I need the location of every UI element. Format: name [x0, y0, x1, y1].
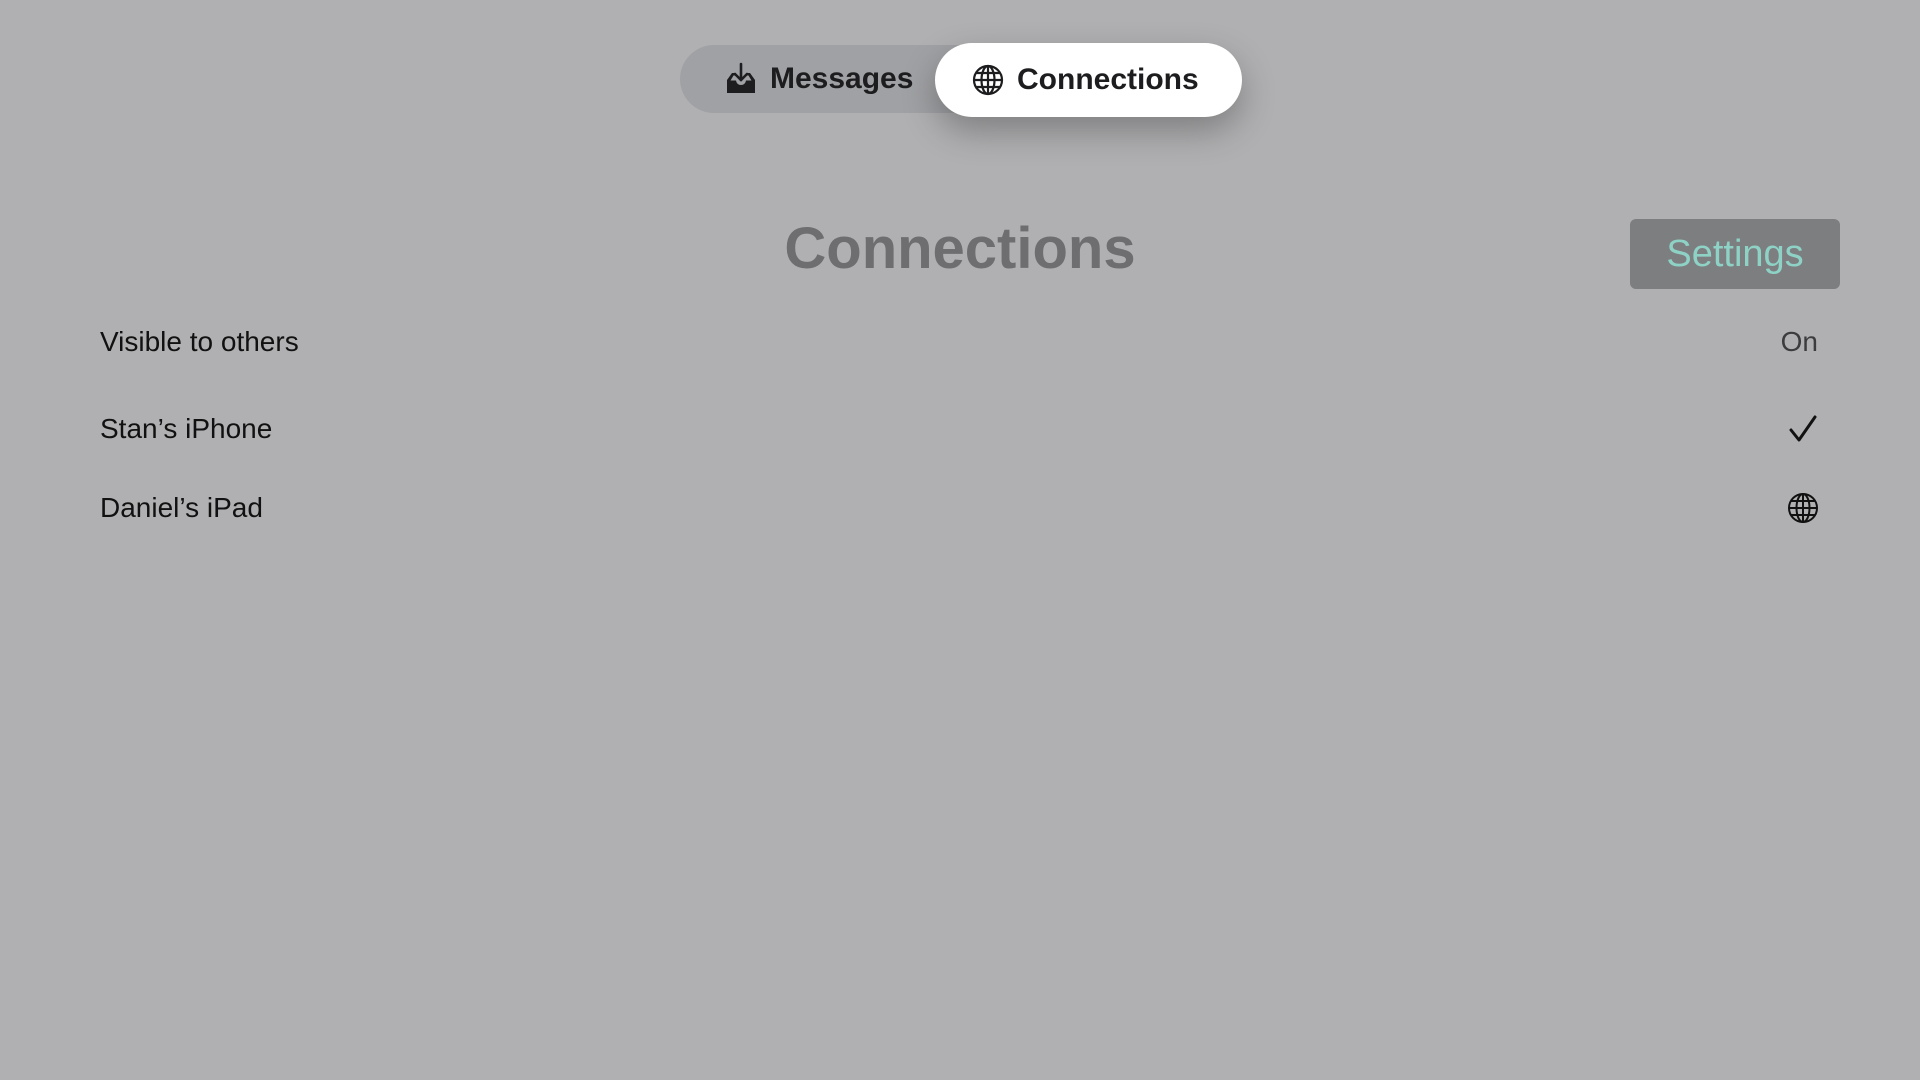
device-row-daniels-ipad[interactable]: Daniel’s iPad: [100, 478, 1820, 538]
top-tab-bar: Messages Connections: [680, 43, 1242, 117]
checkmark-icon: [1786, 412, 1820, 446]
visible-to-others-label: Visible to others: [100, 326, 299, 357]
tab-connections-label: Connections: [1017, 63, 1199, 96]
device-name: Stan’s iPhone: [100, 413, 273, 444]
visible-to-others-row[interactable]: Visible to others On: [100, 312, 1820, 372]
globe-icon: [971, 63, 1005, 97]
device-row-stans-iphone[interactable]: Stan’s iPhone: [100, 399, 1820, 459]
tab-messages[interactable]: Messages: [724, 45, 913, 113]
tray-download-icon: [724, 62, 758, 96]
globe-icon: [1786, 491, 1820, 525]
device-name: Daniel’s iPad: [100, 492, 263, 523]
settings-button[interactable]: Settings: [1630, 219, 1840, 289]
tab-messages-label: Messages: [770, 62, 914, 95]
visible-to-others-value: On: [1780, 326, 1818, 357]
tab-connections[interactable]: Connections: [935, 43, 1242, 117]
